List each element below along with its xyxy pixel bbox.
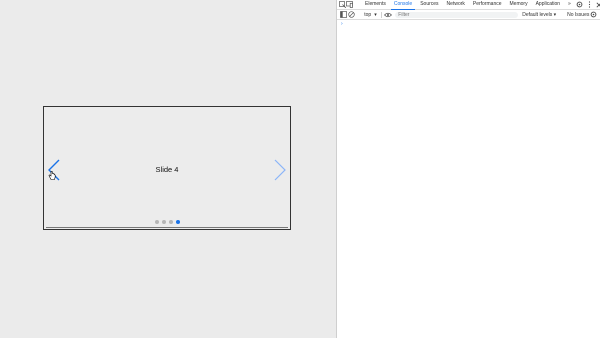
carousel-bottom-rule xyxy=(46,227,288,228)
carousel: Slide 4 xyxy=(43,106,291,230)
console-settings-icon[interactable] xyxy=(589,10,598,19)
console-prompt[interactable]: › xyxy=(341,21,343,27)
page-viewport: Slide 4 xyxy=(0,0,336,338)
chevron-down-icon: ▾ xyxy=(374,11,377,18)
kebab-menu-icon[interactable] xyxy=(585,0,594,9)
log-levels-dropdown[interactable]: Default levels ▾ xyxy=(522,12,556,18)
pagination-dot[interactable] xyxy=(161,220,166,224)
hand-cursor-icon xyxy=(48,171,56,180)
tab-console[interactable]: Console xyxy=(390,0,416,10)
eye-icon[interactable] xyxy=(383,10,393,19)
console-output[interactable]: › xyxy=(337,20,600,338)
context-label: top xyxy=(364,11,372,18)
pagination-dot[interactable] xyxy=(175,220,180,224)
devtools-tabbar-right xyxy=(575,0,600,9)
pagination-dots xyxy=(44,220,290,224)
toolbar-divider xyxy=(380,11,382,18)
pagination-dot[interactable] xyxy=(154,220,159,224)
tab-memory[interactable]: Memory xyxy=(506,0,532,9)
close-devtools-icon[interactable] xyxy=(595,0,600,9)
next-arrow-icon[interactable] xyxy=(273,159,287,181)
console-toolbar: top ▾ Default levels ▾ No Issues xyxy=(337,10,600,20)
more-tabs-button[interactable]: » xyxy=(564,0,575,9)
clear-console-icon[interactable] xyxy=(348,10,357,19)
devtools-tab-list: Elements Console Sources Network Performance… xyxy=(361,0,564,10)
devtools-tabbar: Elements Console Sources Network Performance… xyxy=(337,0,600,10)
device-toolbar-icon[interactable] xyxy=(346,0,353,9)
sidebar-toggle-icon[interactable] xyxy=(339,10,348,19)
inspect-element-icon[interactable] xyxy=(339,0,346,9)
issues-counter[interactable]: No Issues xyxy=(567,12,589,18)
slide-label: Slide 4 xyxy=(155,165,179,174)
tab-elements[interactable]: Elements xyxy=(361,0,390,9)
tab-network[interactable]: Network xyxy=(443,0,469,9)
settings-gear-icon[interactable] xyxy=(575,0,584,9)
tab-sources[interactable]: Sources xyxy=(416,0,442,9)
tab-application[interactable]: Application xyxy=(532,0,564,9)
pagination-dot[interactable] xyxy=(168,220,173,224)
context-selector[interactable]: top ▾ xyxy=(362,12,378,18)
tab-performance[interactable]: Performance xyxy=(469,0,506,9)
devtools-panel: Elements Console Sources Network Performance… xyxy=(336,0,600,338)
filter-input[interactable] xyxy=(395,11,519,18)
